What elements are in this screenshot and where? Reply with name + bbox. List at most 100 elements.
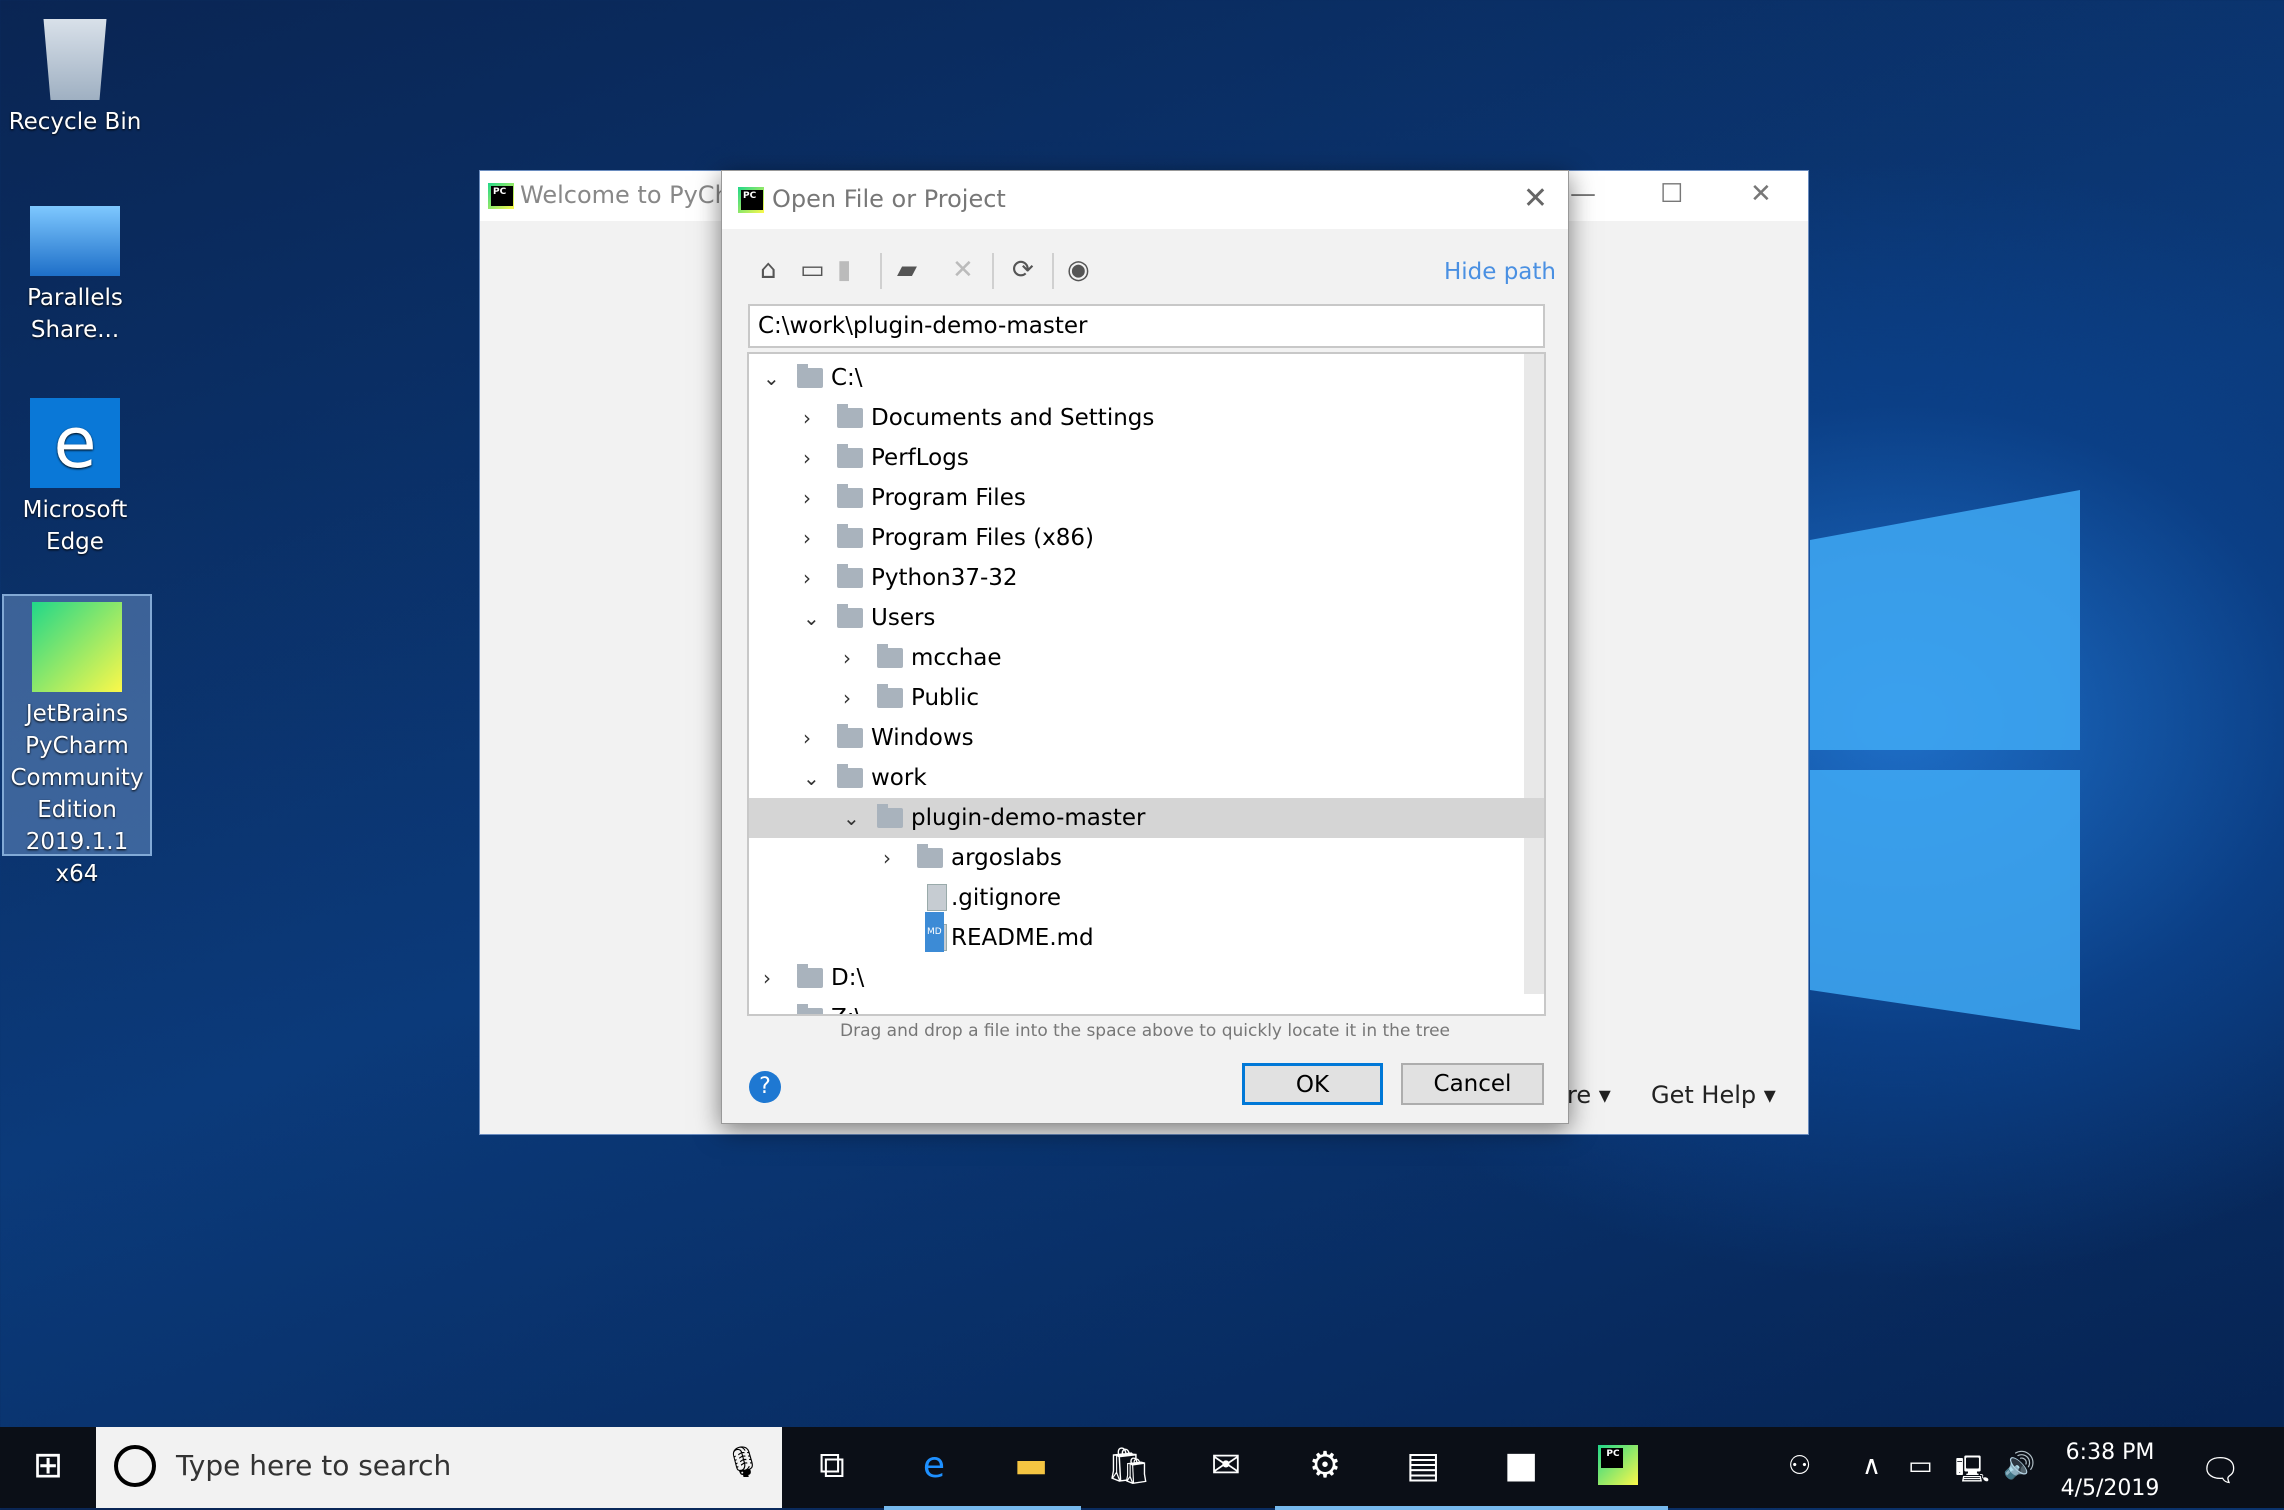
tree-item[interactable]: › Python37-32 xyxy=(749,558,1524,598)
home-icon[interactable]: ⌂ xyxy=(760,255,777,285)
tree-item-label: Python37-32 xyxy=(871,565,1018,591)
file-icon xyxy=(925,912,947,952)
recycle-bin-icon xyxy=(43,19,107,100)
help-icon[interactable]: ? xyxy=(749,1071,781,1103)
tree-item[interactable]: › D:\ xyxy=(749,958,1524,998)
folder-icon xyxy=(837,484,863,508)
desktop-icon-parallels[interactable]: Parallels Share... xyxy=(0,206,150,346)
desktop-icon-recycle-bin[interactable]: Recycle Bin xyxy=(0,10,150,138)
store-icon[interactable]: 🛍 xyxy=(1099,1445,1159,1487)
tree-item[interactable]: › PerfLogs xyxy=(749,438,1524,478)
tree-item-label: Windows xyxy=(871,725,974,751)
chevron-right-icon[interactable]: › xyxy=(883,838,903,878)
get-help-menu[interactable]: Get Help ▾ xyxy=(1651,1081,1776,1109)
tree-item-label: Z:\ xyxy=(831,998,862,1014)
tree-item[interactable]: › Z:\ xyxy=(749,998,1524,1014)
chevron-down-icon[interactable]: ⌄ xyxy=(803,758,823,798)
folder-icon xyxy=(877,804,903,828)
monitor-icon xyxy=(30,206,120,276)
ok-button[interactable]: OK xyxy=(1242,1063,1383,1105)
path-input[interactable] xyxy=(748,304,1545,348)
chevron-right-icon[interactable]: › xyxy=(763,998,783,1014)
network-icon[interactable]: 🖳 xyxy=(1955,1451,1990,1495)
tree-item-label: plugin-demo-master xyxy=(911,805,1146,831)
people-icon[interactable]: ⚇ xyxy=(1788,1451,1811,1481)
battery-icon[interactable]: ▭ xyxy=(1908,1451,1933,1481)
microphone-icon[interactable]: 🎙 xyxy=(724,1445,762,1480)
desktop-icon-edge[interactable]: e Microsoft Edge xyxy=(0,398,150,558)
pycharm-icon[interactable] xyxy=(1568,1445,1668,1510)
show-hidden-icons-chevron[interactable]: ∧ xyxy=(1862,1451,1881,1481)
control-panel-icon[interactable]: ▤ xyxy=(1373,1445,1473,1510)
chevron-right-icon[interactable]: › xyxy=(803,438,823,478)
windows-logo-wallpaper xyxy=(1810,490,2080,1030)
chevron-down-icon[interactable]: ⌄ xyxy=(763,358,783,398)
file-explorer-icon[interactable]: ▬ xyxy=(981,1445,1081,1510)
tree-item[interactable]: › Documents and Settings xyxy=(749,398,1524,438)
notification-icon[interactable]: 🗨 xyxy=(2200,1451,2241,1489)
search-box[interactable]: Type here to search 🎙 xyxy=(96,1427,782,1508)
chevron-right-icon[interactable]: › xyxy=(843,638,863,678)
chevron-right-icon[interactable]: › xyxy=(803,398,823,438)
chevron-down-icon[interactable]: ⌄ xyxy=(843,798,863,838)
delete-icon[interactable]: ✕ xyxy=(952,255,974,285)
minimize-button[interactable]: — xyxy=(1570,179,1596,209)
edge-icon: e xyxy=(30,398,120,488)
desktop-icon[interactable]: ▭ xyxy=(800,255,825,285)
pycharm-icon xyxy=(488,183,514,209)
task-view-icon[interactable]: ⧉ xyxy=(802,1445,862,1487)
folder-icon xyxy=(797,364,823,388)
cmd-icon[interactable]: ■ xyxy=(1471,1445,1571,1510)
dialog-title-bar: Open File or Project ✕ xyxy=(722,171,1568,229)
chevron-right-icon[interactable]: › xyxy=(803,478,823,518)
volume-icon[interactable]: 🔊 xyxy=(2003,1451,2035,1481)
folder-icon xyxy=(917,844,943,868)
folder-icon xyxy=(837,444,863,468)
chevron-right-icon[interactable]: › xyxy=(803,518,823,558)
tree-item[interactable]: README.md xyxy=(749,912,1524,958)
folder-icon xyxy=(837,764,863,788)
tree-item-label: work xyxy=(871,765,927,791)
configure-menu[interactable]: re ▾ xyxy=(1567,1081,1611,1109)
tree-item[interactable]: ⌄ C:\ xyxy=(749,358,1524,398)
tree-item[interactable]: › Windows xyxy=(749,718,1524,758)
chevron-right-icon[interactable]: › xyxy=(803,558,823,598)
tree-item[interactable]: › Program Files (x86) xyxy=(749,518,1524,558)
folder-icon xyxy=(837,404,863,428)
folder-icon xyxy=(837,524,863,548)
hide-path-link[interactable]: Hide path xyxy=(1444,259,1556,285)
chevron-right-icon[interactable]: › xyxy=(803,718,823,758)
settings-icon[interactable]: ⚙ xyxy=(1275,1445,1375,1510)
tree-item[interactable]: › Program Files xyxy=(749,478,1524,518)
file-tree[interactable]: ⌄ C:\ › Documents and Settings › PerfLogs › Pro… xyxy=(747,352,1546,1016)
project-folder-icon[interactable]: ▮ xyxy=(837,255,851,285)
tree-item[interactable]: ⌄ work xyxy=(749,758,1524,798)
scrollbar[interactable] xyxy=(1524,354,1544,994)
maximize-button[interactable]: ☐ xyxy=(1660,179,1683,209)
taskbar: ⊞ Type here to search 🎙 ⧉ e ▬ 🛍 ✉ ⚙ ▤ ■ … xyxy=(0,1427,2284,1510)
chevron-down-icon[interactable]: ⌄ xyxy=(803,598,823,638)
cancel-button[interactable]: Cancel xyxy=(1401,1063,1544,1105)
tree-item[interactable]: ⌄ plugin-demo-master xyxy=(749,798,1544,838)
clock[interactable]: 6:38 PM 4/5/2019 xyxy=(2060,1435,2160,1507)
tree-item-label: Program Files (x86) xyxy=(871,525,1094,551)
chevron-right-icon[interactable]: › xyxy=(763,958,783,998)
tree-item[interactable]: .gitignore xyxy=(749,878,1524,918)
show-hidden-icon[interactable]: ◉ xyxy=(1067,255,1090,285)
tree-item-label: Users xyxy=(871,605,936,631)
pycharm-icon xyxy=(32,602,122,692)
close-button[interactable]: ✕ xyxy=(1750,179,1772,209)
tree-item[interactable]: ⌄ Users xyxy=(749,598,1524,638)
edge-icon[interactable]: e xyxy=(884,1445,984,1510)
new-folder-icon[interactable]: ▰ xyxy=(897,255,917,285)
refresh-icon[interactable]: ⟳ xyxy=(1012,255,1034,285)
folder-icon xyxy=(877,644,903,668)
start-button[interactable]: ⊞ xyxy=(18,1445,78,1486)
tree-item[interactable]: › argoslabs xyxy=(749,838,1524,878)
tree-item[interactable]: › mcchae xyxy=(749,638,1524,678)
tree-item[interactable]: › Public xyxy=(749,678,1524,718)
close-button[interactable]: ✕ xyxy=(1523,181,1548,216)
desktop-icon-pycharm[interactable]: JetBrains PyCharm Community Edition 2019… xyxy=(2,594,152,887)
mail-icon[interactable]: ✉ xyxy=(1196,1445,1256,1486)
chevron-right-icon[interactable]: › xyxy=(843,678,863,718)
